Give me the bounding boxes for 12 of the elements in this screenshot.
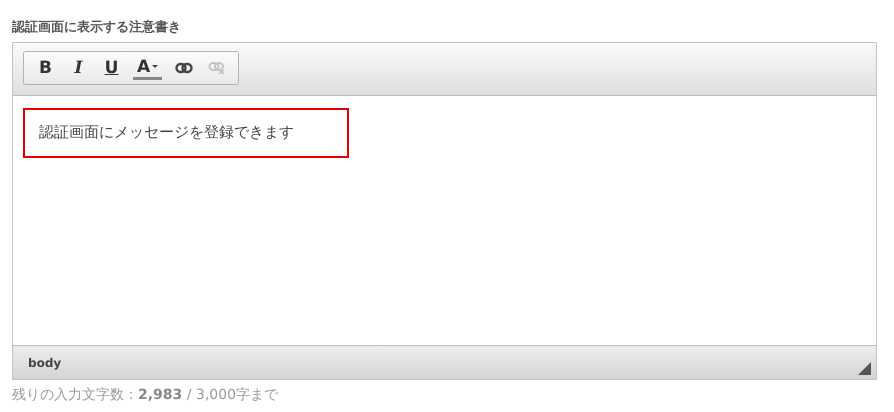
character-counter: 残りの入力文字数：2,983 / 3,000字まで [12, 386, 280, 404]
text-color-button[interactable]: A [133, 56, 162, 80]
chain-link-icon [174, 62, 193, 74]
underline-button[interactable]: U [96, 55, 127, 81]
bold-button[interactable]: B [30, 55, 61, 81]
caret-icon [152, 64, 158, 68]
italic-button[interactable]: I [63, 55, 94, 81]
broken-link-icon [208, 61, 226, 75]
element-path: body [28, 356, 62, 370]
field-label: 認証画面に表示する注意書き [12, 18, 182, 37]
resize-handle-icon[interactable] [858, 362, 871, 375]
editor-text: 認証画面にメッセージを登録できます [23, 108, 349, 158]
